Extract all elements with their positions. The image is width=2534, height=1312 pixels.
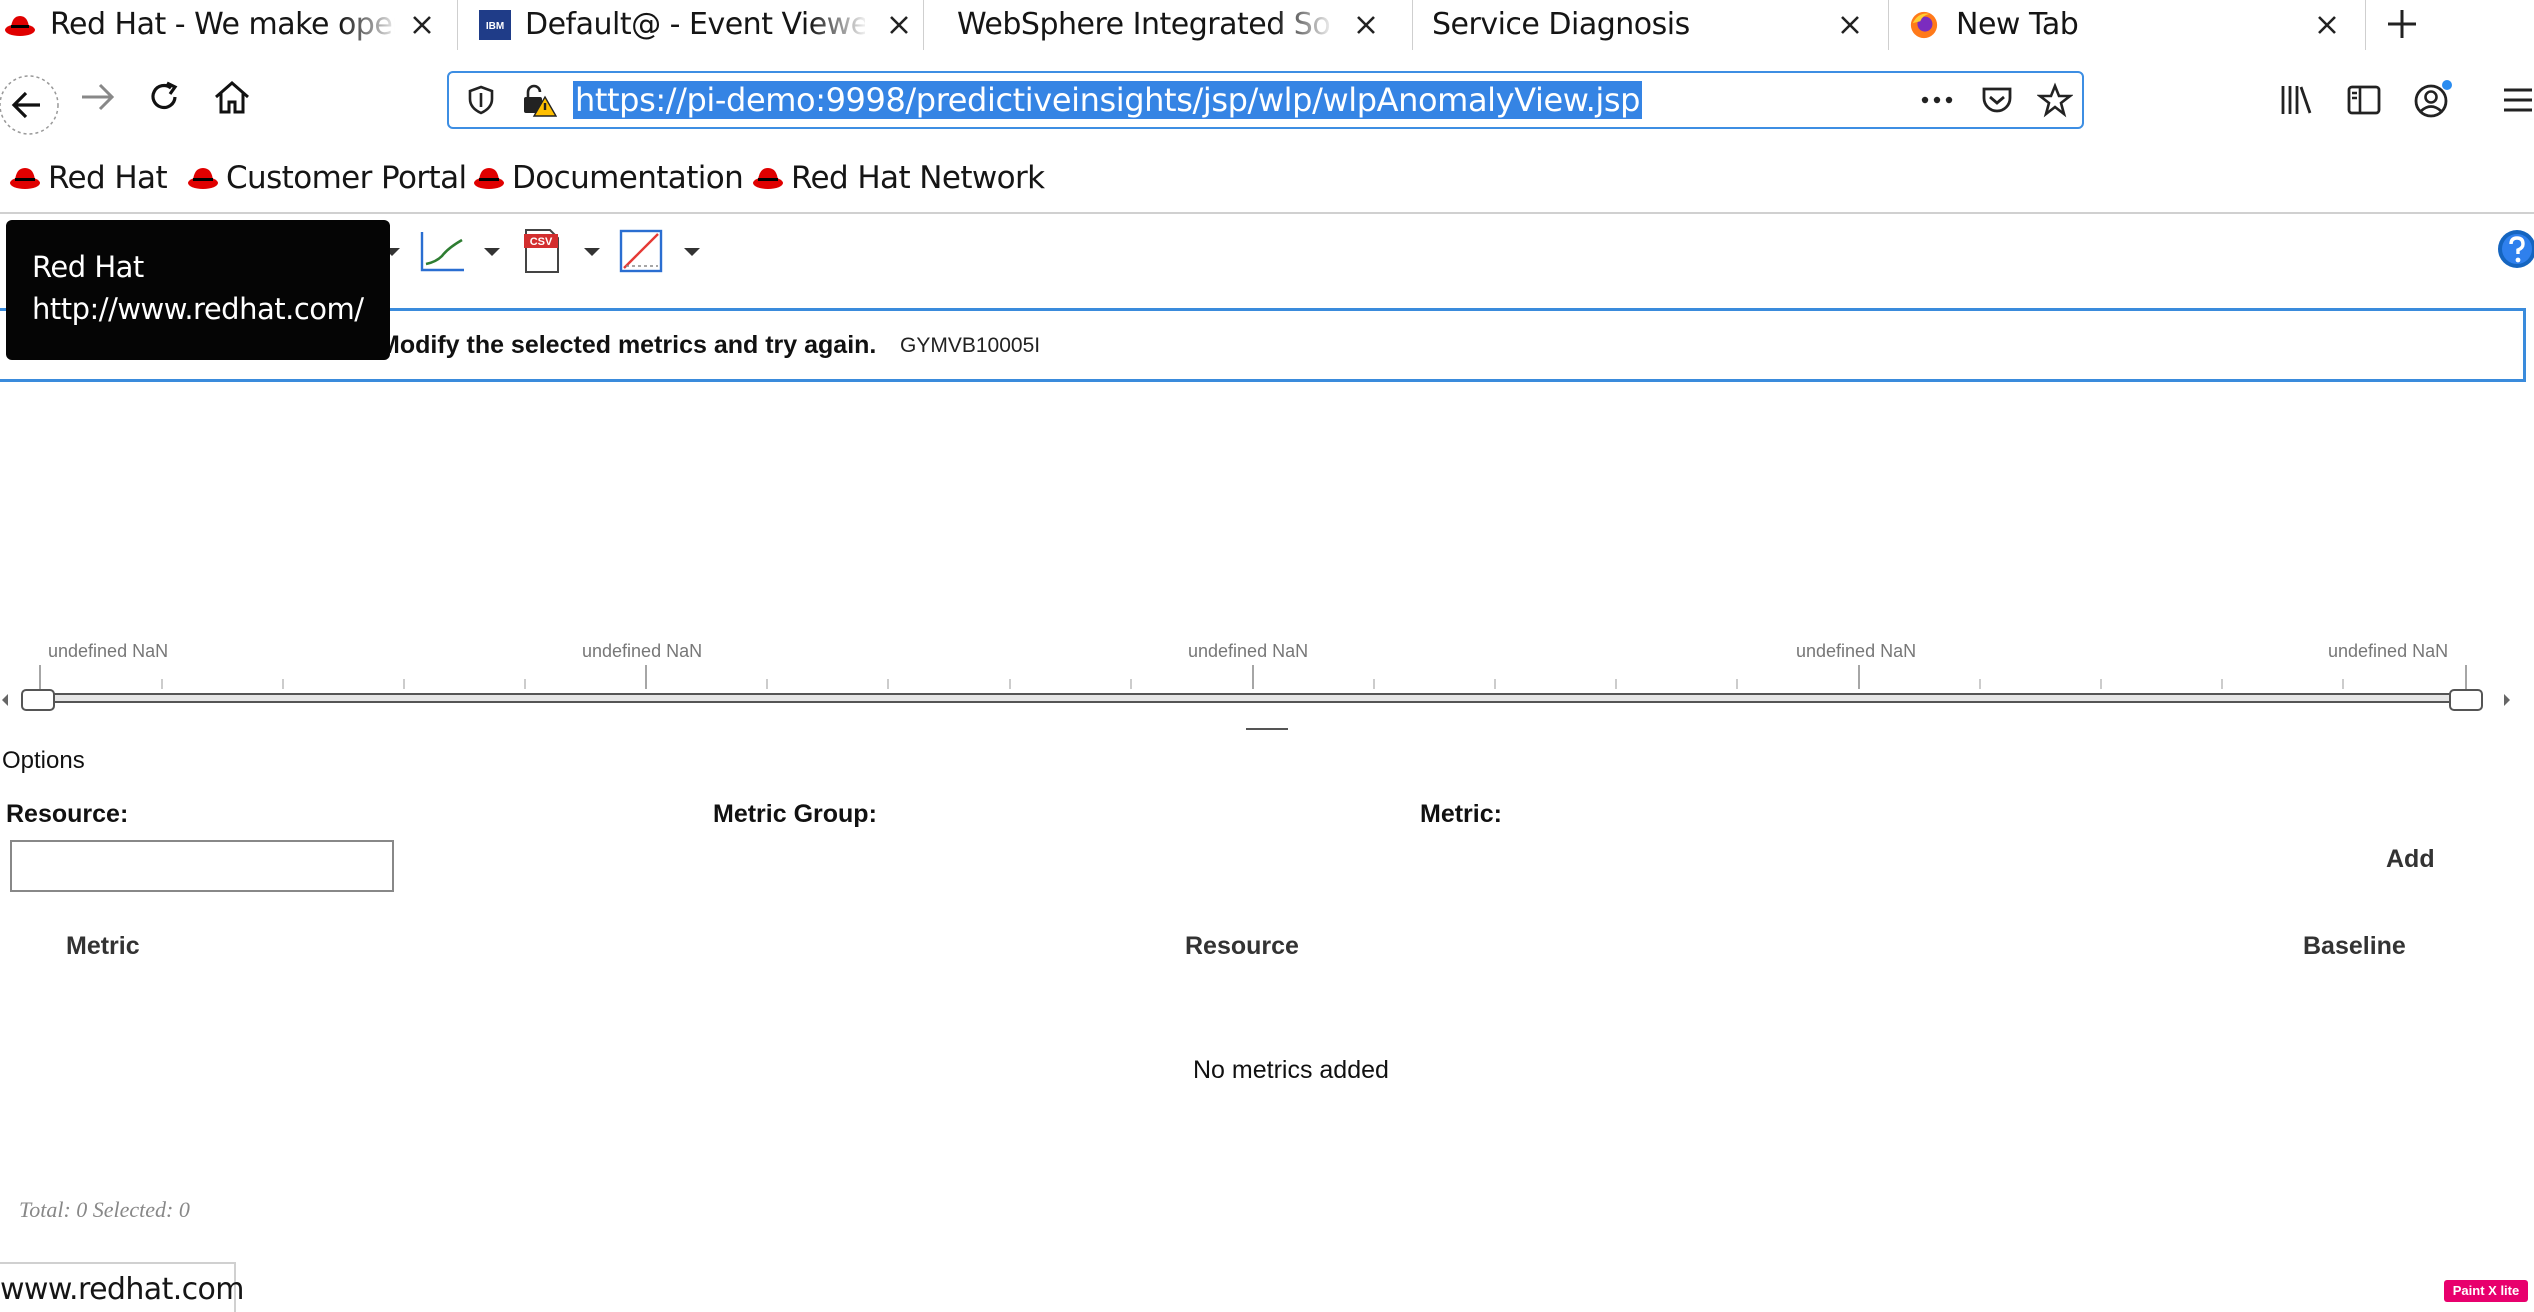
close-icon[interactable] <box>407 10 437 40</box>
paint-x-lite-badge: Paint X lite <box>2444 1280 2528 1302</box>
message-text: Modify the selected metrics and try agai… <box>379 331 877 359</box>
tab-fade <box>1275 0 1335 50</box>
status-link-text: www.redhat.com <box>0 1272 245 1307</box>
chart-settings-icon[interactable] <box>618 228 664 274</box>
column-header-baseline[interactable]: Baseline <box>2303 932 2406 961</box>
line-chart-icon[interactable] <box>418 228 468 274</box>
scroll-right-icon <box>2504 694 2510 706</box>
timeline-handle-left <box>21 689 55 711</box>
timeline-ticks <box>39 665 2467 689</box>
csv-icon-label: CSV <box>530 236 553 248</box>
sidebar-icon[interactable] <box>2346 82 2382 118</box>
csv-export-icon[interactable]: CSV <box>522 228 562 274</box>
bookmark-tooltip: Red Hat http://www.redhat.com/ <box>6 220 390 360</box>
bookmark-customer-portal[interactable]: Customer Portal <box>186 158 467 198</box>
close-icon[interactable] <box>1835 10 1865 40</box>
close-icon[interactable] <box>884 10 914 40</box>
ibm-icon-text: IBM <box>486 21 504 32</box>
status-panel: www.redhat.com <box>0 1262 245 1312</box>
redhat-logo-icon <box>10 168 40 189</box>
redhat-logo-icon <box>753 168 783 189</box>
bookmark-label: Customer Portal <box>226 160 467 196</box>
tab-strip: Red Hat - We make open source technologi… <box>0 0 2534 50</box>
resource-label: Resource: <box>6 800 129 828</box>
tab-title: New Tab <box>1956 8 2079 42</box>
close-icon[interactable] <box>1351 10 1381 40</box>
chevron-down-icon[interactable] <box>480 240 504 264</box>
bookmark-documentation[interactable]: Documentation <box>472 158 744 198</box>
bookmark-label: Red Hat <box>48 160 168 196</box>
timeline-handle-right <box>2449 689 2483 711</box>
home-icon[interactable] <box>210 75 254 119</box>
add-button[interactable]: Add <box>2386 845 2435 874</box>
timeline-track <box>23 693 2475 703</box>
column-header-metric[interactable]: Metric <box>66 932 140 961</box>
empty-table-message: No metrics added <box>1193 1056 1389 1084</box>
tab-fade <box>340 0 400 50</box>
metric-group-label: Metric Group: <box>713 800 877 828</box>
tab-fade <box>809 0 869 50</box>
resource-input[interactable] <box>10 840 394 892</box>
redhat-logo-icon <box>188 168 218 189</box>
tab-title: Service Diagnosis <box>1432 8 1690 42</box>
bookmark-label: Documentation <box>512 160 744 196</box>
bookmark-red-hat-network[interactable]: Red Hat Network <box>751 158 1045 198</box>
close-icon[interactable] <box>2312 10 2342 40</box>
redhat-fedora-icon <box>5 16 35 36</box>
library-icon[interactable] <box>2278 82 2314 118</box>
tab-redhat[interactable]: Red Hat - We make open source technologi… <box>0 0 458 50</box>
bookmark-star-icon[interactable] <box>2037 82 2073 118</box>
help-icon[interactable] <box>2496 228 2534 270</box>
new-tab-plus-icon[interactable] <box>2382 4 2422 44</box>
message-code: GYMVB10005I <box>900 334 1041 357</box>
bookmark-red-hat[interactable]: Red Hat <box>8 158 168 198</box>
account-icon[interactable] <box>2412 78 2454 120</box>
back-arrow-icon[interactable] <box>0 72 62 138</box>
url-bar[interactable]: https://pi-demo:9998/predictiveinsights/… <box>447 71 2084 129</box>
reload-icon[interactable] <box>142 75 186 119</box>
insecure-lock-icon[interactable] <box>521 83 557 117</box>
more-actions-icon[interactable] <box>1917 86 1957 114</box>
tab-service-diagnosis[interactable]: Service Diagnosis <box>1414 0 1889 50</box>
redhat-logo-icon <box>474 168 504 189</box>
timeline-range-slider[interactable] <box>0 655 2534 735</box>
forward-arrow-icon[interactable] <box>76 75 120 119</box>
chevron-down-icon[interactable] <box>580 240 604 264</box>
scroll-left-icon <box>2 694 8 706</box>
pocket-icon[interactable] <box>1979 83 2015 117</box>
totals-text: Total: 0 Selected: 0 <box>19 1197 190 1222</box>
options-title: Options <box>2 747 85 774</box>
shield-icon[interactable] <box>465 84 497 116</box>
hamburger-menu-icon[interactable] <box>2498 82 2534 118</box>
chevron-down-icon[interactable] <box>680 240 704 264</box>
bookmark-label: Red Hat Network <box>791 160 1045 196</box>
tab-websphere[interactable]: WebSphere Integrated Solutions Console <box>925 0 1413 50</box>
url-text[interactable]: https://pi-demo:9998/predictiveinsights/… <box>573 81 1643 119</box>
tab-new-tab[interactable]: New Tab <box>1890 0 2366 50</box>
metric-label: Metric: <box>1420 800 1502 828</box>
column-header-resource[interactable]: Resource <box>1185 932 1299 961</box>
bookmarks-toolbar: Red Hat Customer Portal Documentation Re… <box>0 150 2534 214</box>
tab-event-viewer[interactable]: IBM Default@ - Event Viewer <box>459 0 924 50</box>
tooltip-title: Red Hat <box>32 250 144 284</box>
tooltip-url: http://www.redhat.com/ <box>32 292 364 326</box>
firefox-icon <box>1910 11 1938 39</box>
ibm-icon: IBM <box>479 10 511 40</box>
